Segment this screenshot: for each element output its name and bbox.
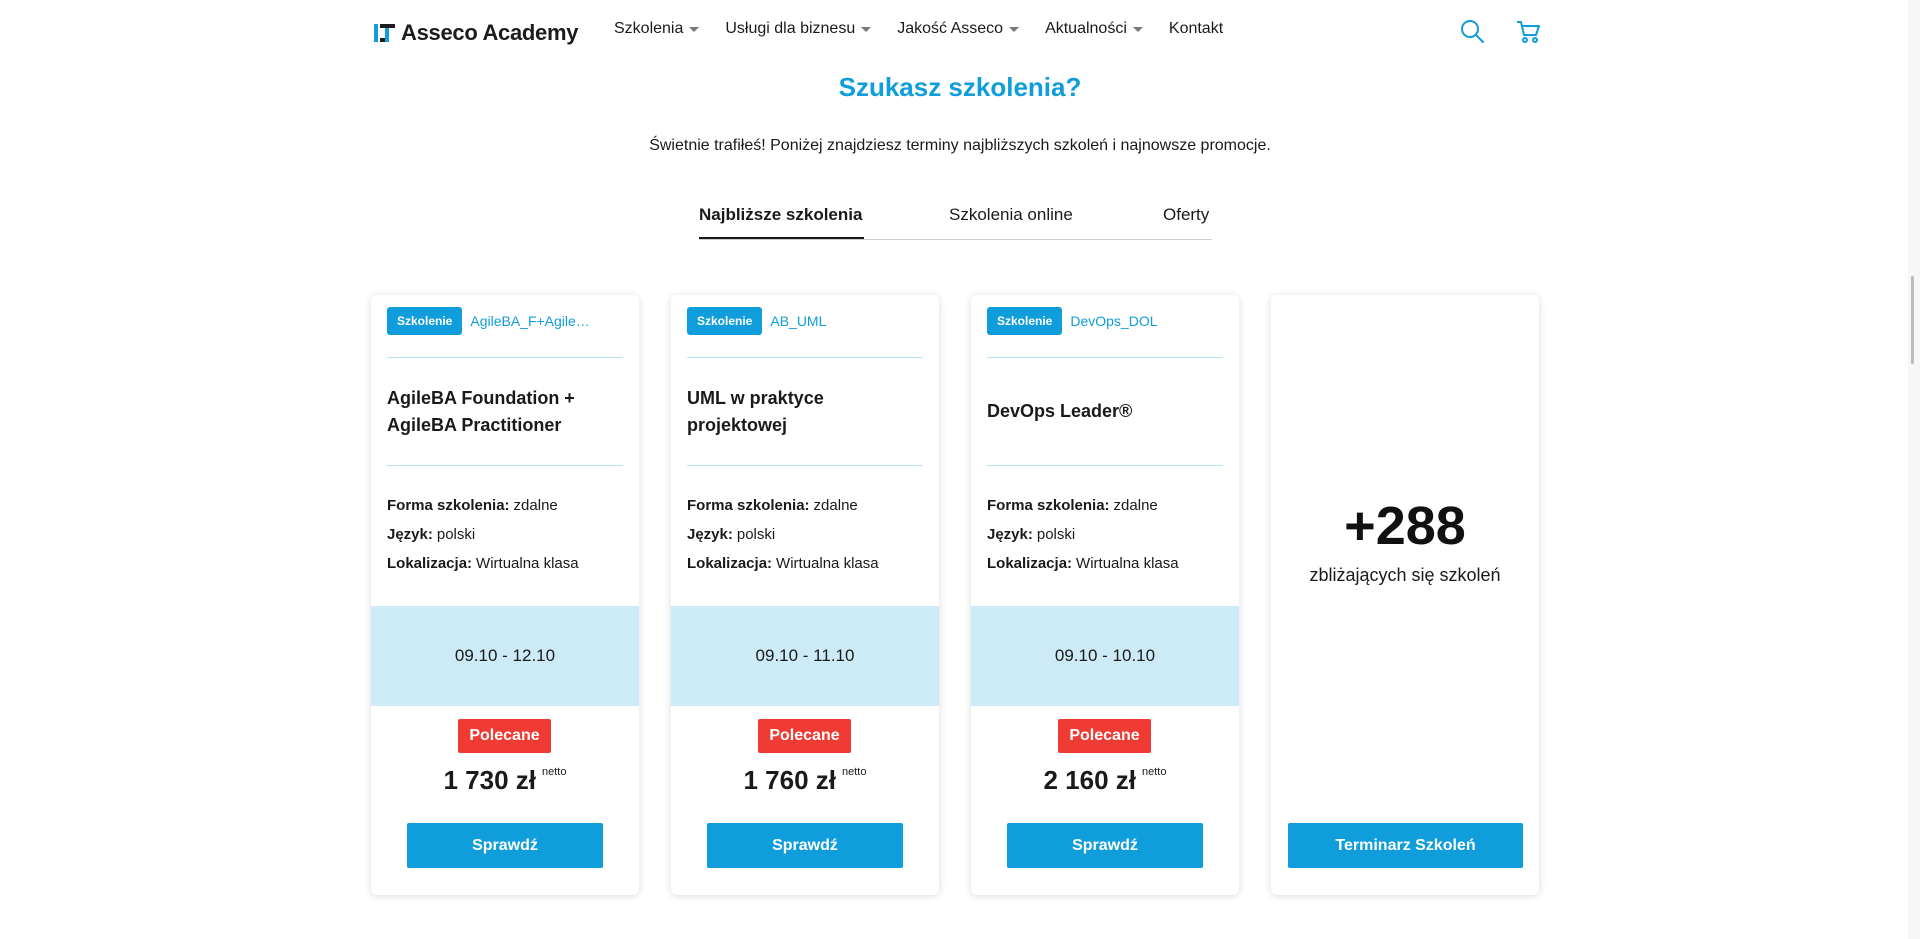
page-scrollbar[interactable] <box>1908 0 1920 939</box>
active-tab-indicator <box>699 237 864 239</box>
schedule-button[interactable]: Terminarz Szkoleń <box>1288 823 1523 868</box>
netto-label: netto <box>542 766 567 778</box>
course-dates: 09.10 - 12.10 <box>371 606 639 706</box>
form-value: zdalne <box>813 497 858 514</box>
card-header: Szkolenie AB_UML <box>687 307 923 335</box>
course-code[interactable]: DevOps_DOL <box>1070 313 1157 329</box>
language-value: polski <box>1036 526 1076 543</box>
nav-item-jakosc[interactable]: Jakość Asseco <box>897 20 1020 38</box>
location-value: Wirtualna klasa <box>776 555 879 572</box>
nav-item-aktualnosci[interactable]: Aktualności <box>1045 20 1143 38</box>
form-label: Forma szkolenia: <box>387 497 510 514</box>
course-card: Szkolenie AgileBA_F+Agile… AgileBA Found… <box>371 295 639 895</box>
course-title[interactable]: DevOps Leader® <box>987 358 1223 465</box>
nav-item-szkolenia[interactable]: Szkolenia <box>614 20 700 38</box>
nav-item-uslugi[interactable]: Usługi dla biznesu <box>725 20 872 38</box>
course-code[interactable]: AgileBA_F+Agile… <box>470 313 589 329</box>
form-label: Forma szkolenia: <box>687 497 810 514</box>
price-value: 1 760 zł <box>743 765 837 795</box>
price: 1 730 zł netto <box>371 765 639 796</box>
tab-najblizsze[interactable]: Najbliższe szkolenia <box>699 205 862 225</box>
tab-online[interactable]: Szkolenia online <box>949 205 1073 225</box>
main-nav: Szkolenia Usługi dla biznesu Jakość Asse… <box>614 20 1249 38</box>
logo[interactable]: Asseco Academy <box>373 18 579 48</box>
location-value: Wirtualna klasa <box>476 555 579 572</box>
upcoming-count: +288 <box>1344 496 1466 556</box>
type-badge: Szkolenie <box>687 307 763 335</box>
scrollbar-thumb[interactable] <box>1911 276 1914 364</box>
nav-label: Jakość Asseco <box>897 20 1004 37</box>
course-dates: 09.10 - 10.10 <box>971 606 1239 706</box>
card-header: Szkolenie AgileBA_F+Agile… <box>387 307 623 335</box>
location-value: Wirtualna klasa <box>1076 555 1179 572</box>
netto-label: netto <box>1142 766 1167 778</box>
chevron-down-icon <box>1009 26 1020 32</box>
recommended-badge: Polecane <box>1058 719 1151 753</box>
nav-label: Usługi dla biznesu <box>725 20 856 37</box>
course-info: Forma szkolenia: zdalne Język: polski Loka… <box>687 491 879 578</box>
cart-icon[interactable] <box>1515 18 1541 44</box>
price-value: 2 160 zł <box>1043 765 1137 795</box>
check-button[interactable]: Sprawdź <box>707 823 903 868</box>
card-header: Szkolenie DevOps_DOL <box>987 307 1223 335</box>
divider <box>987 465 1223 466</box>
upcoming-count-card: +288 zbliżających się szkoleń Terminarz … <box>1271 295 1539 895</box>
location-label: Lokalizacja: <box>687 555 773 572</box>
course-title[interactable]: UML w praktyce projektowej <box>687 358 923 465</box>
course-code[interactable]: AB_UML <box>770 313 826 329</box>
chevron-down-icon <box>861 26 872 32</box>
check-button[interactable]: Sprawdź <box>407 823 603 868</box>
price: 2 160 zł netto <box>971 765 1239 796</box>
language-label: Język: <box>687 526 733 543</box>
tab-bar: Najbliższe szkolenia Szkolenia online Of… <box>699 205 1212 240</box>
netto-label: netto <box>842 766 867 778</box>
logo-text: Asseco Academy <box>401 20 579 45</box>
form-value: zdalne <box>1113 497 1158 514</box>
upcoming-count-label: zbliżających się szkoleń <box>1309 565 1501 585</box>
recommended-badge: Polecane <box>458 719 551 753</box>
course-card: Szkolenie DevOps_DOL DevOps Leader® Form… <box>971 295 1239 895</box>
chevron-down-icon <box>689 26 700 32</box>
check-button[interactable]: Sprawdź <box>1007 823 1203 868</box>
header-actions <box>1459 18 1541 44</box>
nav-label: Kontakt <box>1168 20 1224 37</box>
form-value: zdalne <box>513 497 558 514</box>
course-title[interactable]: AgileBA Foundation + AgileBA Practitione… <box>387 358 623 465</box>
language-value: polski <box>736 526 776 543</box>
course-info: Forma szkolenia: zdalne Język: polski Loka… <box>387 491 579 578</box>
recommended-badge: Polecane <box>758 719 851 753</box>
divider <box>387 465 623 466</box>
type-badge: Szkolenie <box>987 307 1063 335</box>
top-navbar: Asseco Academy Szkolenia Usługi dla bizn… <box>0 0 1920 64</box>
location-label: Lokalizacja: <box>387 555 473 572</box>
course-info: Forma szkolenia: zdalne Język: polski Loka… <box>987 491 1179 578</box>
type-badge: Szkolenie <box>387 307 463 335</box>
divider <box>687 465 923 466</box>
price: 1 760 zł netto <box>671 765 939 796</box>
location-label: Lokalizacja: <box>987 555 1073 572</box>
language-label: Język: <box>987 526 1033 543</box>
course-dates: 09.10 - 11.10 <box>671 606 939 706</box>
language-value: polski <box>436 526 476 543</box>
page-title: Szukasz szkolenia? <box>838 72 1082 102</box>
page-subtitle: Świetnie trafiłeś! Poniżej znajdziesz te… <box>649 137 1271 154</box>
search-icon[interactable] <box>1459 18 1485 44</box>
nav-item-kontakt[interactable]: Kontakt <box>1169 20 1223 38</box>
nav-label: Aktualności <box>1045 20 1127 37</box>
tab-oferty[interactable]: Oferty <box>1163 205 1209 225</box>
price-value: 1 730 zł <box>443 765 537 795</box>
form-label: Forma szkolenia: <box>987 497 1110 514</box>
chevron-down-icon <box>1132 26 1143 32</box>
logo-icon <box>374 24 395 42</box>
language-label: Język: <box>387 526 433 543</box>
course-card: Szkolenie AB_UML UML w praktyce projekto… <box>671 295 939 895</box>
nav-label: Szkolenia <box>614 20 684 37</box>
